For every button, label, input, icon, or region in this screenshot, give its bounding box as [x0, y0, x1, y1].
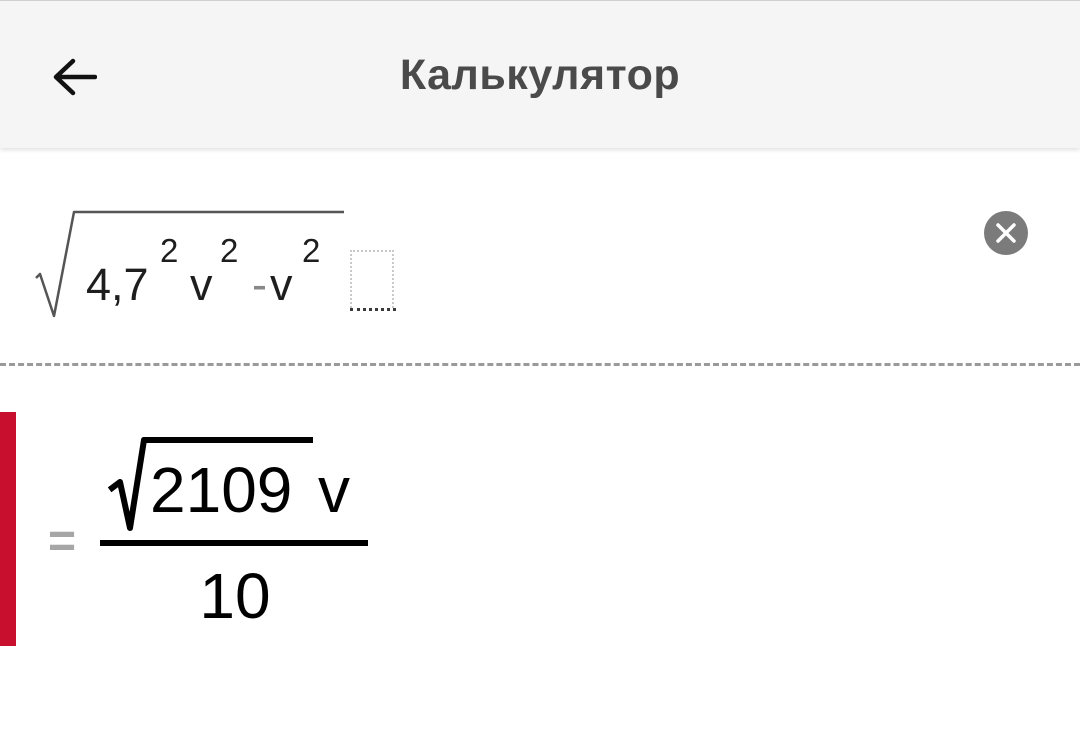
numerator-radicand: 2109 — [150, 454, 293, 526]
input-term1-var: v — [190, 259, 213, 310]
calculator-screen: Калькулятор 4,7 2 v 2 - v 2 = 2109 v 10 — [0, 0, 1080, 744]
clear-button[interactable] — [984, 211, 1028, 255]
input-term2-var-exp: 2 — [302, 232, 321, 269]
empty-slot-icon[interactable] — [350, 250, 394, 308]
denominator: 10 — [199, 560, 271, 632]
input-expression[interactable]: 4,7 2 v 2 - v 2 — [34, 208, 414, 328]
input-term1-exp: 2 — [160, 232, 179, 269]
result-accent-bar — [0, 412, 16, 646]
equals-sign: = — [48, 515, 77, 568]
input-term1-base: 4,7 — [86, 259, 149, 310]
app-bar: Калькулятор — [0, 0, 1080, 148]
input-term2-var: v — [270, 259, 293, 310]
close-icon — [996, 223, 1016, 243]
input-term1-var-exp: 2 — [220, 232, 239, 269]
result-area: = 2109 v 10 — [0, 412, 1080, 646]
expression-input-area[interactable]: 4,7 2 v 2 - v 2 — [0, 150, 1080, 364]
numerator-variable: v — [318, 454, 350, 526]
divider — [0, 363, 1080, 366]
page-title: Калькулятор — [399, 51, 681, 99]
result-fraction: 2109 v 10 — [98, 412, 372, 646]
fraction-bar — [100, 540, 368, 546]
input-operator: - — [252, 259, 267, 310]
cursor-underline — [350, 308, 396, 311]
